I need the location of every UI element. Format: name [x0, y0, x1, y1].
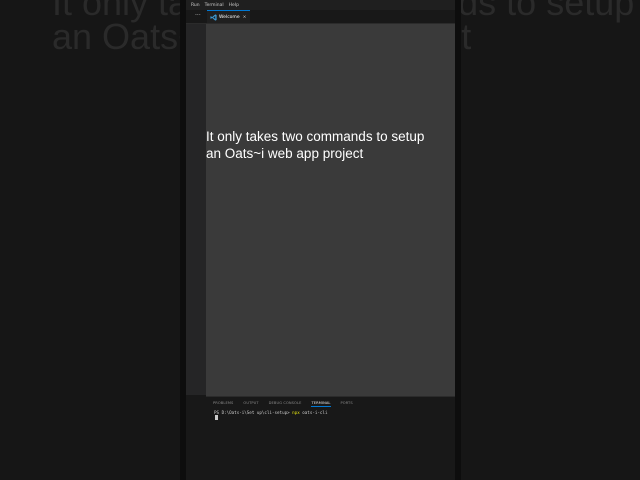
bottom-panel: PROBLEMS OUTPUT DEBUG CONSOLE TERMINAL P… [206, 396, 455, 480]
editor-area[interactable] [206, 24, 455, 396]
blurred-caption-right: It only takes two commands to setup an O… [455, 0, 640, 57]
side-bar [186, 10, 206, 395]
panel-tabs: PROBLEMS OUTPUT DEBUG CONSOLE TERMINAL P… [213, 401, 363, 407]
tab-ports[interactable]: PORTS [341, 401, 353, 407]
tab-welcome[interactable]: Welcome × [207, 10, 250, 23]
close-icon[interactable]: × [243, 15, 247, 20]
vscode-window: Run Terminal Help ··· Welcome × PROBLEMS… [186, 0, 455, 480]
menu-bar: Run Terminal Help [186, 0, 455, 10]
menu-item-run[interactable]: Run [191, 3, 200, 8]
blurred-caption-right-line-2: an Oats~i web app project [455, 16, 472, 57]
terminal-prompt: PS D:\Oats-i\Set up\cli-setup> [214, 410, 293, 415]
terminal-line[interactable]: PS D:\Oats-i\Set up\cli-setup> npx oats-… [214, 410, 327, 415]
vscode-logo-icon [210, 13, 217, 21]
tab-output[interactable]: OUTPUT [243, 401, 258, 407]
terminal-cursor [215, 415, 218, 420]
blurred-edge-right [455, 0, 461, 480]
caption-line-2: an Oats~i web app project [206, 146, 364, 161]
blurred-caption: It only takes two commands to setup an O… [52, 0, 186, 57]
terminal-command: npx [292, 410, 300, 415]
menu-item-help[interactable]: Help [229, 3, 239, 8]
caption-line-1: It only takes two commands to setup [206, 129, 425, 144]
more-actions-icon[interactable]: ··· [195, 11, 201, 21]
blurred-caption-line-2: an Oats~i web app project [52, 16, 186, 57]
blurred-caption-right-line-1: It only takes two commands to setup [455, 0, 635, 23]
tab-problems[interactable]: PROBLEMS [213, 401, 233, 407]
tab-terminal[interactable]: TERMINAL [311, 401, 331, 407]
blurred-background-left: It only takes two commands to setup an O… [0, 0, 186, 480]
video-caption: It only takes two commands to setup an O… [206, 128, 456, 162]
terminal-args: oats-i-cli [299, 410, 328, 415]
blurred-background-right: It only takes two commands to setup an O… [455, 0, 640, 480]
tab-debug-console[interactable]: DEBUG CONSOLE [269, 401, 302, 407]
video-screenshot: It only takes two commands to setup an O… [0, 0, 640, 480]
tab-label: Welcome [219, 14, 240, 20]
menu-item-terminal[interactable]: Terminal [205, 3, 224, 8]
